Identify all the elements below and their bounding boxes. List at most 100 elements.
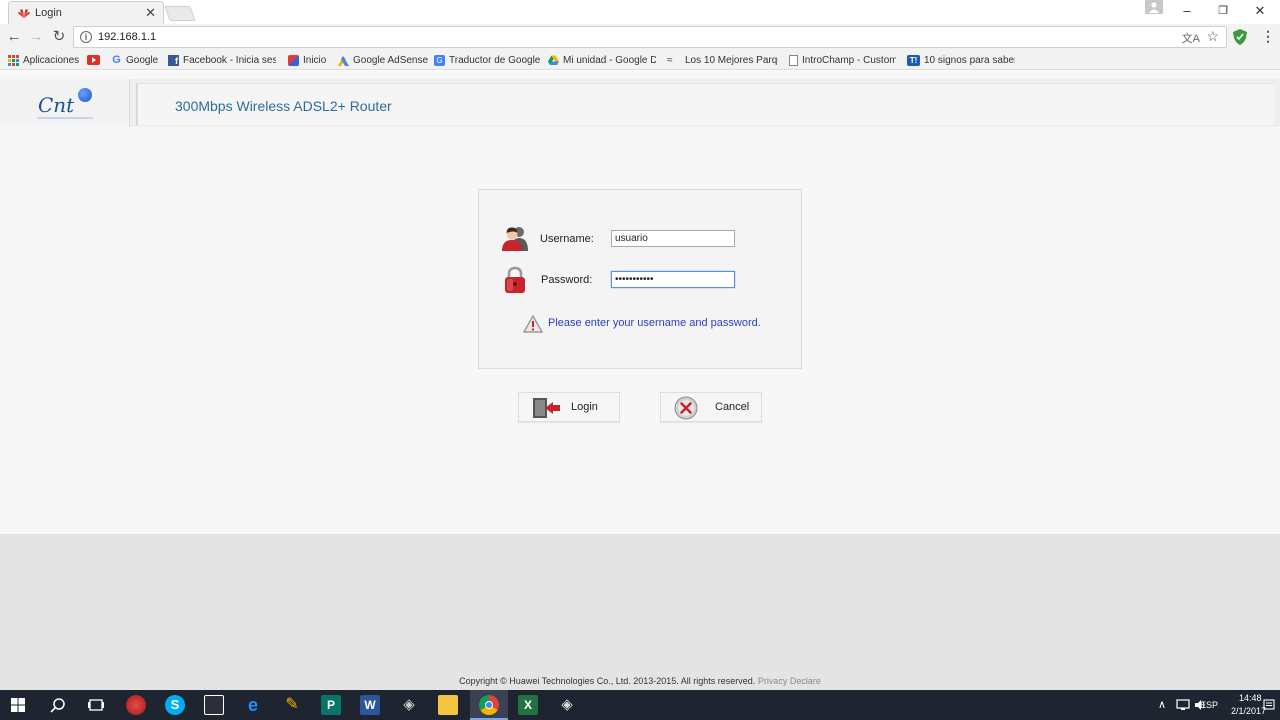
bookmark-star-icon[interactable]: ☆: [1206, 28, 1219, 45]
tab-title: Login: [35, 7, 62, 19]
google-icon: G: [112, 53, 121, 66]
profile-button[interactable]: [1145, 0, 1163, 14]
network-icon[interactable]: [1176, 699, 1190, 711]
minimize-button[interactable]: –: [1177, 3, 1197, 18]
copyright-text: Copyright © Huawei Technologies Co., Ltd…: [459, 676, 756, 686]
bookmark-label: Aplicaciones: [23, 54, 80, 66]
page-icon: [789, 54, 798, 66]
app-red-icon[interactable]: [126, 695, 146, 715]
bookmark-label: Google: [126, 54, 159, 66]
new-tab-button[interactable]: [164, 6, 196, 21]
language-indicator[interactable]: ESP: [1200, 700, 1218, 710]
facebook-icon: f: [168, 54, 179, 66]
logo-underline: [37, 117, 93, 119]
search-icon[interactable]: [50, 697, 66, 713]
bookmark-introchamp[interactable]: IntroChamp - Custom: [789, 53, 896, 67]
bookmark-label: Facebook - Inicia sesi: [183, 54, 276, 66]
shield-extension-icon[interactable]: [1233, 29, 1247, 45]
browser-toolbar: ← → ↻ i 192.168.1.1 文A ☆ ⋮: [0, 24, 1280, 50]
bookmark-mi-unidad[interactable]: Mi unidad - Google D: [548, 53, 656, 67]
task-view-icon[interactable]: [88, 697, 104, 713]
huawei-favicon-icon: [18, 9, 30, 18]
bookmark-label: 10 signos para saber: [924, 54, 1015, 66]
file-explorer-icon[interactable]: [438, 695, 458, 715]
bookmark-traductor[interactable]: G Traductor de Google: [434, 53, 540, 67]
login-button-label: Login: [571, 401, 598, 413]
translate-icon[interactable]: 文A: [1182, 30, 1200, 46]
person-icon: [1149, 2, 1159, 13]
router-login-page: Cnt 300Mbps Wireless ADSL2+ Router Usern…: [0, 71, 1280, 690]
windows-start-icon[interactable]: [11, 698, 25, 712]
bookmark-label: Traductor de Google: [449, 54, 541, 66]
ti-icon: T!: [907, 54, 920, 66]
lock-icon: [505, 266, 525, 293]
excel-icon[interactable]: X: [518, 695, 538, 715]
close-window-button[interactable]: ✕: [1250, 3, 1270, 19]
bookmark-facebook[interactable]: f Facebook - Inicia sesi: [168, 53, 276, 67]
clock-time[interactable]: 14:48: [1239, 693, 1262, 703]
site-icon: ≈: [667, 54, 673, 66]
translate-icon: G: [434, 54, 445, 66]
warning-icon: [523, 315, 543, 333]
inicio-icon: [288, 54, 299, 66]
skype-icon[interactable]: S: [165, 695, 185, 715]
tray-chevron-icon[interactable]: ∧: [1158, 698, 1166, 711]
router-title: 300Mbps Wireless ADSL2+ Router: [175, 98, 392, 114]
restore-button[interactable]: ❐: [1213, 4, 1233, 17]
footer-band: [0, 534, 1280, 690]
bookmark-label: IntroChamp - Custom: [802, 54, 896, 66]
cnt-logo: Cnt: [0, 79, 130, 127]
username-input[interactable]: [611, 230, 735, 247]
clock-date[interactable]: 2/1/2017: [1231, 706, 1266, 716]
app-gem-icon[interactable]: ◈: [557, 695, 577, 715]
tab-strip: Login ✕ – ❐ ✕: [0, 0, 1280, 24]
drive-icon: [548, 55, 559, 65]
privacy-declare-link[interactable]: Privacy Declare: [758, 676, 821, 686]
chrome-menu-icon[interactable]: ⋮: [1261, 28, 1275, 45]
adsense-icon: [338, 55, 349, 66]
browser-tab[interactable]: Login ✕: [8, 1, 164, 24]
bookmarks-bar: Aplicaciones G Google f Facebook - Inici…: [0, 50, 1280, 70]
bookmark-inicio[interactable]: Inicio: [288, 53, 326, 67]
bookmark-adsense[interactable]: Google AdSense: [338, 53, 428, 67]
forward-arrow-icon[interactable]: →: [28, 29, 44, 45]
router-title-bar: 300Mbps Wireless ADSL2+ Router: [136, 83, 1274, 125]
store-icon[interactable]: [204, 695, 224, 715]
login-door-icon: [533, 398, 560, 418]
word-icon[interactable]: W: [360, 695, 380, 715]
tab-close-icon[interactable]: ✕: [145, 5, 156, 21]
app-diamond-icon[interactable]: ◈: [399, 695, 419, 715]
bookmark-los-10-mejores[interactable]: ≈ Los 10 Mejores Parqu: [667, 53, 778, 67]
bookmark-label: Inicio: [303, 54, 327, 66]
copyright-footer: Copyright © Huawei Technologies Co., Ltd…: [0, 676, 1280, 686]
password-input[interactable]: [611, 271, 735, 288]
bookmark-label: Google AdSense: [353, 54, 429, 66]
bookmark-google[interactable]: G Google: [111, 53, 158, 67]
bookmark-label: Mi unidad - Google D: [563, 54, 656, 66]
publisher-icon[interactable]: P: [321, 695, 341, 715]
cancel-button-label: Cancel: [715, 401, 750, 413]
password-label: Password:: [541, 274, 593, 286]
youtube-icon: [87, 55, 100, 65]
bookmark-10-signos[interactable]: T! 10 signos para saber: [907, 53, 1015, 67]
notifications-icon[interactable]: [1263, 699, 1275, 711]
edge-icon[interactable]: e: [243, 695, 263, 715]
reload-icon[interactable]: ↻: [51, 29, 67, 45]
logo-text: Cnt: [38, 93, 75, 117]
login-button[interactable]: Login: [518, 392, 620, 422]
username-label: Username:: [540, 233, 594, 245]
cancel-button[interactable]: Cancel: [660, 392, 762, 422]
info-icon[interactable]: i: [80, 31, 92, 43]
address-bar[interactable]: i 192.168.1.1 文A ☆: [73, 26, 1227, 48]
bookmark-aplicaciones[interactable]: Aplicaciones: [8, 53, 79, 67]
warning-message: Please enter your username and password.: [548, 317, 761, 329]
url-text: 192.168.1.1: [98, 31, 157, 43]
pen-app-icon[interactable]: ✎: [282, 695, 302, 715]
chrome-icon[interactable]: [479, 695, 499, 715]
logo-globe-icon: [78, 88, 92, 102]
bookmark-youtube[interactable]: [87, 53, 104, 67]
bookmark-label: Los 10 Mejores Parqu: [685, 54, 778, 66]
back-arrow-icon[interactable]: ←: [6, 29, 22, 45]
windows-taskbar: S e ✎ P W ◈ X ◈ ∧ ESP 14:48 2/1/2017: [0, 690, 1280, 720]
users-icon: [502, 227, 528, 251]
